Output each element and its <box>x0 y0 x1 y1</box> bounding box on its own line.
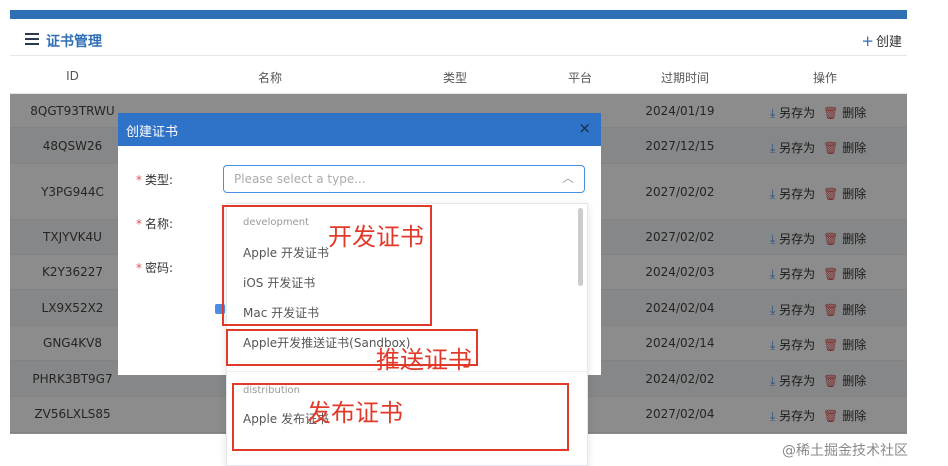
table-header: ID 名称 类型 平台 过期时间 操作 <box>10 60 907 94</box>
column-header-name: 名称 <box>257 71 282 85</box>
watermark: @稀土掘金技术社区 <box>782 443 908 459</box>
required-mark: * <box>136 173 142 187</box>
column-header-expiry: 过期时间 <box>660 71 709 85</box>
chevron-up-icon: ︿ <box>561 171 574 185</box>
required-mark: * <box>136 217 142 231</box>
type-select[interactable]: Please select a type... ︿ <box>223 165 585 193</box>
page-title: 证书管理 <box>46 34 102 50</box>
top-accent-bar <box>10 10 907 19</box>
column-header-id: ID <box>66 69 79 83</box>
list-icon <box>25 33 39 45</box>
column-header-type: 类型 <box>442 71 467 85</box>
close-icon[interactable]: × <box>578 119 591 137</box>
page-header: 证书管理 + 创建 <box>10 24 907 56</box>
name-label: * 名称: <box>136 215 173 232</box>
type-label: * 类型: <box>136 171 173 188</box>
dialog-title: 创建证书 <box>126 125 179 140</box>
password-label: * 密码: <box>136 259 173 276</box>
type-label-text: 类型: <box>145 173 174 187</box>
annotation-dist: 发布证书 <box>307 399 403 427</box>
required-mark: * <box>136 261 142 275</box>
annotation-dev: 开发证书 <box>328 223 424 251</box>
plus-icon: + <box>861 32 874 50</box>
dropdown-scrollbar[interactable] <box>578 208 583 286</box>
column-header-platform: 平台 <box>567 71 592 85</box>
create-label: 创建 <box>875 35 902 50</box>
column-header-actions: 操作 <box>812 71 837 85</box>
name-label-text: 名称: <box>145 217 174 231</box>
dialog-header: 创建证书 × <box>118 113 601 146</box>
create-button[interactable]: + 创建 <box>861 31 902 50</box>
password-label-text: 密码: <box>145 261 174 275</box>
type-select-placeholder: Please select a type... <box>234 172 366 186</box>
annotation-push: 推送证书 <box>376 346 472 374</box>
